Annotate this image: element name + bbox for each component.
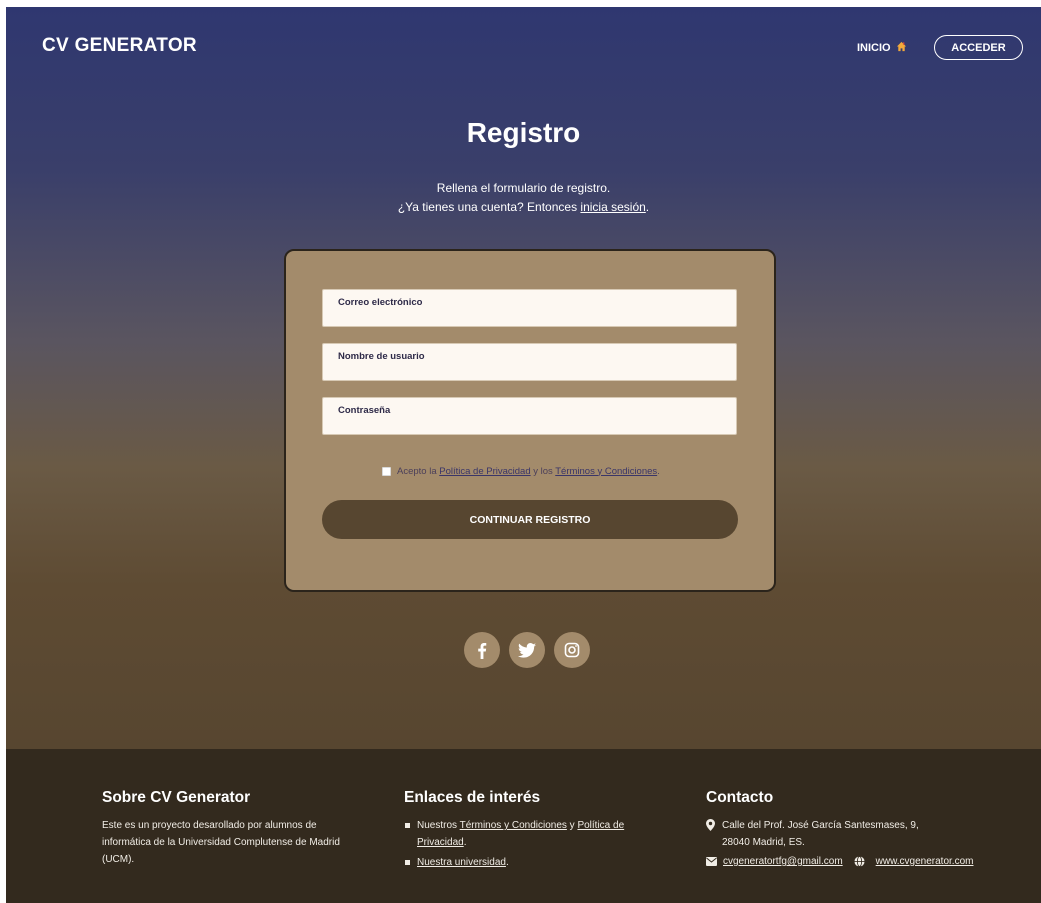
envelope-icon [706,857,717,866]
password-input[interactable] [335,418,725,432]
terms-checkbox[interactable] [382,466,391,476]
login-link[interactable]: inicia sesión [580,200,645,214]
register-form-card: Correo electrónico Nombre de usuario Con… [284,249,776,592]
instagram-icon [564,642,580,658]
footer-about-title: Sobre CV Generator [102,789,251,806]
nav-home-label: INICIO [857,42,891,54]
instagram-button[interactable] [554,632,590,668]
footer-links-title: Enlaces de interés [404,789,541,806]
login-button[interactable]: ACCEDER [934,35,1023,60]
site-footer: Sobre CV Generator Este es un proyecto d… [6,749,1041,903]
terms-suffix: . [657,465,660,477]
twitter-icon [518,642,536,658]
terms-text: Acepto la Política de Privacidad y los T… [397,466,660,477]
terms-mid: y los [530,465,556,477]
map-pin-icon [706,819,715,837]
terms-prefix: Acepto la [397,465,440,477]
footer-contact: Contacto Calle del Prof. José García San… [706,789,1036,867]
list-item: Nuestros Términos y Condiciones y Políti… [404,817,674,851]
email-input[interactable] [335,310,725,324]
footer-about-text: Este es un proyecto desarollado por alum… [102,820,340,865]
footer-contact-title: Contacto [706,789,774,806]
footer-terms-link[interactable]: Términos y Condiciones [460,820,567,831]
facebook-button[interactable] [464,632,500,668]
page-frame: CV GENERATOR INICIO ACCEDER Registro Rel… [6,7,1041,903]
email-label: Correo electrónico [338,297,423,308]
privacy-policy-link[interactable]: Política de Privacidad [439,466,530,477]
address-line1: Calle del Prof. José García Santesmases,… [722,820,919,831]
subtitle-prefix: ¿Ya tienes una cuenta? Entonces [397,200,581,214]
username-input[interactable] [335,364,725,378]
footer-university-link[interactable]: Nuestra universidad [417,857,506,868]
facebook-icon [478,642,487,659]
subtitle-suffix: . [645,200,650,214]
email-field[interactable]: Correo electrónico [322,289,737,327]
contact-email-link[interactable]: cvgeneratortfg@gmail.com [723,856,843,867]
page-subtitle: Rellena el formulario de registro. ¿Ya t… [6,179,1041,217]
link2-suffix: . [505,857,509,868]
footer-links-list: Nuestros Términos y Condiciones y Políti… [404,817,674,871]
nav-home-link[interactable]: INICIO [857,40,907,56]
globe-icon [854,856,865,867]
terms-conditions-link[interactable]: Términos y Condiciones [555,466,657,477]
brand-logo[interactable]: CV GENERATOR [42,35,197,57]
page-title: Registro [466,117,581,148]
footer-links: Enlaces de interés Nuestros Términos y C… [404,789,674,874]
password-field[interactable]: Contraseña [322,397,737,435]
username-field[interactable]: Nombre de usuario [322,343,737,381]
link1-suffix: . [463,837,467,848]
terms-row: Acepto la Política de Privacidad y los T… [382,464,660,478]
website-link[interactable]: www.cvgenerator.com [876,856,974,867]
username-label: Nombre de usuario [338,351,425,362]
continue-register-button[interactable]: CONTINUAR REGISTRO [322,500,738,539]
home-icon [896,41,907,55]
list-item: Nuestra universidad. [404,854,674,871]
link1-prefix: Nuestros [417,820,460,831]
subtitle-line1: Rellena el formulario de registro. [436,181,611,195]
subtitle-line2: ¿Ya tienes una cuenta? Entonces inicia s… [6,198,1041,217]
twitter-button[interactable] [509,632,545,668]
password-label: Contraseña [338,405,391,416]
contact-links-row: cvgeneratortfg@gmail.com www.cvgenerator… [706,856,1036,867]
footer-about: Sobre CV Generator Este es un proyecto d… [102,789,364,868]
link1-mid: y [566,820,578,831]
hero-section: CV GENERATOR INICIO ACCEDER Registro Rel… [6,7,1041,749]
address-line2: 28040 Madrid, ES. [722,837,805,848]
contact-address: Calle del Prof. José García Santesmases,… [706,817,1036,851]
